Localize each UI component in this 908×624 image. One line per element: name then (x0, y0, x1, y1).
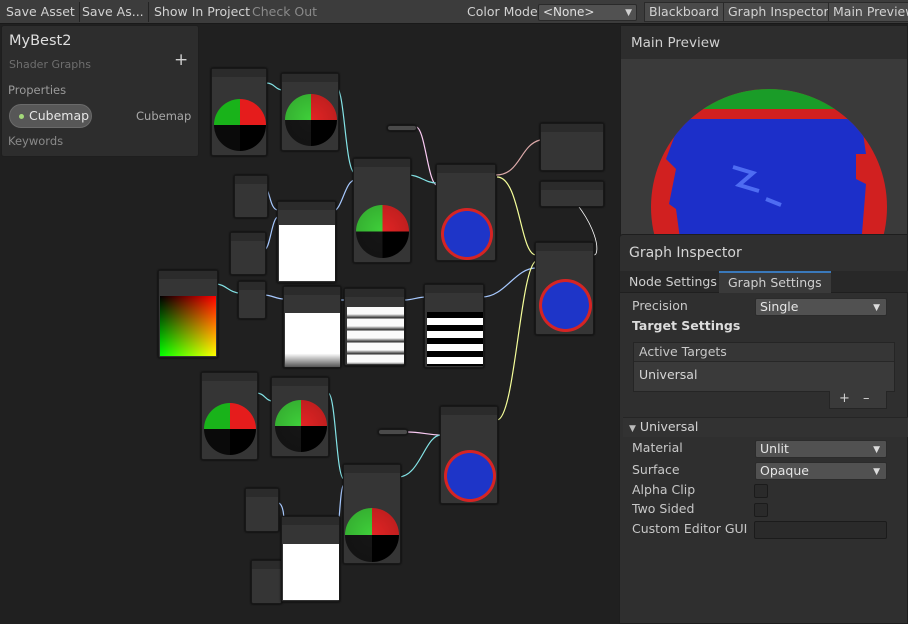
normalize-node[interactable] (281, 73, 339, 151)
node-preview (285, 94, 337, 146)
tab-graph-settings[interactable]: Graph Settings (719, 271, 831, 293)
universal-foldout[interactable]: ▼ Universal (623, 417, 908, 437)
preview-sphere (651, 89, 887, 244)
color-mode-value: <None> (543, 5, 595, 19)
precision-value: Single (760, 299, 799, 314)
lerp-node[interactable] (535, 242, 594, 335)
rotate-about-axis-node[interactable] (353, 158, 411, 263)
graph-inspector-toggle[interactable]: Graph Inspector (723, 2, 834, 22)
add-target-button[interactable]: + (839, 391, 850, 406)
check-out-button[interactable]: Check Out (248, 2, 321, 22)
blackboard-panel: MyBest2 Shader Graphs + Properties Cubem… (1, 25, 199, 157)
uv-node[interactable] (158, 270, 218, 358)
position-node[interactable] (211, 68, 267, 156)
node-preview (356, 205, 409, 258)
chevron-down-icon: ▼ (873, 445, 880, 455)
node-preview (275, 400, 327, 452)
custom-editor-gui-label: Custom Editor GUI (632, 521, 748, 536)
chevron-down-icon: ▼ (625, 8, 632, 18)
add-node[interactable] (277, 201, 336, 283)
node-preview (279, 225, 335, 281)
node-preview (204, 403, 256, 455)
position-node[interactable] (201, 372, 258, 460)
universal-section-title: Universal (639, 419, 699, 434)
sample-cubemap-node[interactable] (436, 164, 496, 261)
cubemap-property-node[interactable] (378, 429, 408, 435)
list-add-remove: + – (829, 391, 887, 409)
show-in-project-button[interactable]: Show In Project (150, 2, 254, 22)
surface-label: Surface (632, 462, 680, 477)
surface-value: Opaque (760, 463, 809, 478)
node-preview (214, 99, 266, 151)
save-as-button[interactable]: Save As... (78, 2, 149, 22)
main-preview-panel: Main Preview (620, 25, 908, 245)
vertex-context[interactable] (540, 123, 604, 171)
blackboard-subtitle: Shader Graphs (9, 58, 91, 71)
color-mode-dropdown[interactable]: <None> ▼ (538, 4, 637, 21)
keywords-section-label: Keywords (8, 134, 64, 148)
time-node[interactable] (234, 175, 268, 218)
remove-target-button[interactable]: – (863, 391, 870, 406)
alpha-clip-checkbox[interactable] (754, 484, 768, 498)
property-exposed-icon (19, 114, 24, 119)
material-value: Unlit (760, 441, 789, 456)
alpha-clip-label: Alpha Clip (632, 482, 696, 497)
property-pill-cubemap[interactable]: Cubemap (9, 104, 92, 128)
active-targets-list: Active Targets Universal (633, 342, 895, 392)
time-node[interactable] (251, 560, 282, 604)
plus-icon[interactable]: + (174, 50, 188, 70)
toolbar: Save Asset Save As... Show In Project Ch… (0, 0, 908, 24)
material-label: Material (632, 440, 683, 455)
rotate-about-axis-node[interactable] (343, 464, 401, 564)
main-preview-viewport[interactable] (621, 59, 907, 244)
fragment-context[interactable] (540, 181, 604, 207)
step-node[interactable] (424, 284, 484, 368)
split-node[interactable] (238, 281, 266, 319)
blackboard-toggle[interactable]: Blackboard (644, 2, 724, 22)
tab-node-settings[interactable]: Node Settings (620, 271, 726, 293)
normalize-node[interactable] (271, 377, 329, 457)
node-preview (427, 312, 483, 366)
multiply-node[interactable] (283, 286, 341, 368)
list-item[interactable]: Universal (634, 362, 894, 387)
blackboard-title: MyBest2 (9, 33, 72, 49)
inspector-tabs: Node Settings Graph Settings (620, 271, 908, 293)
graph-inspector-panel: Graph Inspector Node Settings Graph Sett… (619, 234, 908, 624)
node-preview (539, 279, 592, 332)
sample-cubemap-node[interactable] (440, 406, 498, 504)
property-type: Cubemap (136, 109, 192, 123)
node-preview (283, 544, 339, 600)
node-preview (160, 296, 216, 356)
main-preview-toggle[interactable]: Main Preview (828, 2, 908, 22)
chevron-down-icon: ▼ (873, 467, 880, 477)
node-preview (347, 307, 404, 364)
chevron-down-icon: ▼ (873, 303, 880, 313)
precision-dropdown[interactable]: Single ▼ (755, 298, 887, 316)
surface-dropdown[interactable]: Opaque ▼ (755, 462, 887, 480)
main-preview-title: Main Preview (631, 35, 721, 51)
property-name: Cubemap (29, 108, 90, 123)
custom-editor-gui-field[interactable] (754, 521, 887, 539)
fraction-node[interactable] (344, 288, 405, 366)
time-node[interactable] (230, 232, 266, 275)
precision-label: Precision (632, 298, 688, 313)
material-dropdown[interactable]: Unlit ▼ (755, 440, 887, 458)
active-targets-header: Active Targets (634, 343, 894, 362)
graph-inspector-title: Graph Inspector (629, 245, 742, 261)
node-preview (285, 313, 340, 367)
node-preview (441, 208, 493, 260)
properties-section-label: Properties (8, 83, 67, 97)
two-sided-label: Two Sided (632, 501, 695, 516)
two-sided-checkbox[interactable] (754, 503, 768, 517)
time-node[interactable] (245, 488, 279, 532)
node-preview (444, 450, 496, 502)
save-asset-button[interactable]: Save Asset (2, 2, 80, 22)
foldout-arrow-icon: ▼ (629, 424, 636, 434)
cubemap-property-node[interactable] (387, 125, 417, 131)
color-mode-label: Color Mode (467, 4, 538, 19)
node-preview (345, 508, 399, 562)
target-settings-heading: Target Settings (632, 318, 741, 333)
add-node[interactable] (281, 516, 340, 602)
